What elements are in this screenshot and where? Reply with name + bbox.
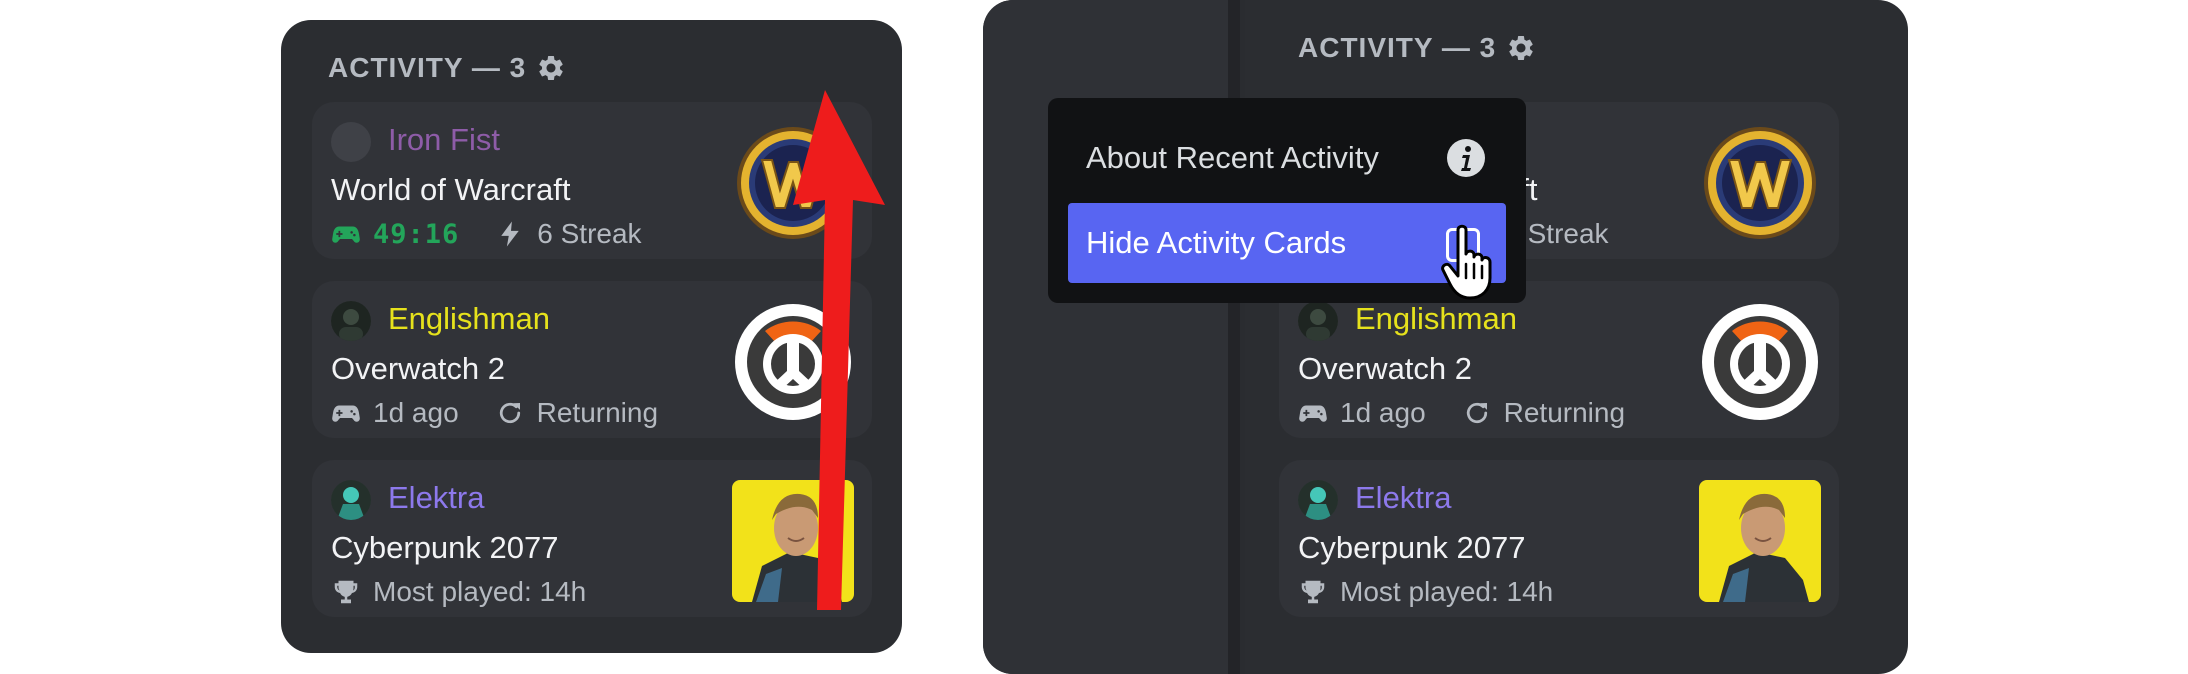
controller-icon bbox=[1298, 398, 1328, 428]
controller-icon bbox=[331, 219, 361, 249]
avatar bbox=[331, 480, 371, 520]
activity-meta: Most played: 14h bbox=[331, 572, 586, 612]
activity-panel: ACTIVITY — 3 Iron Fist World of Warcraft… bbox=[281, 20, 902, 653]
last-played: 1d ago bbox=[373, 397, 459, 428]
cyberpunk-cover-icon bbox=[1699, 480, 1821, 602]
activity-game: Cyberpunk 2077 bbox=[331, 530, 559, 565]
activity-username[interactable]: Iron Fist bbox=[388, 118, 500, 162]
activity-game: Overwatch 2 bbox=[1298, 351, 1473, 386]
streak-label: 6 Streak bbox=[537, 218, 642, 249]
trophy-icon bbox=[331, 577, 361, 607]
info-icon bbox=[1447, 139, 1485, 177]
up-arrow-icon bbox=[793, 90, 885, 610]
wow-logo-icon bbox=[1704, 127, 1816, 239]
menu-item-label: Hide Activity Cards bbox=[1086, 225, 1347, 260]
activity-username[interactable]: Elektra bbox=[388, 476, 484, 520]
menu-item-label: About Recent Activity bbox=[1086, 140, 1379, 175]
play-time: 49:16 bbox=[373, 218, 460, 250]
activity-meta: Most played: 14h bbox=[1298, 572, 1553, 612]
returning-label: Returning bbox=[1503, 397, 1626, 428]
avatar bbox=[1298, 301, 1338, 341]
most-played-label: Most played: 14h bbox=[1340, 576, 1554, 607]
activity-game: Overwatch 2 bbox=[331, 351, 506, 386]
returning-label: Returning bbox=[536, 397, 659, 428]
activity-username[interactable]: Elektra bbox=[1355, 476, 1451, 520]
activity-header-label: ACTIVITY — 3 bbox=[1298, 32, 1497, 63]
overwatch-logo-icon bbox=[1702, 304, 1818, 420]
gear-icon[interactable] bbox=[536, 53, 566, 83]
hand-cursor-icon bbox=[1441, 224, 1492, 300]
lightning-icon bbox=[495, 219, 525, 249]
refresh-icon bbox=[1462, 398, 1492, 428]
activity-header-label: ACTIVITY — 3 bbox=[328, 52, 527, 83]
refresh-icon bbox=[495, 398, 525, 428]
activity-card[interactable]: Englishman Overwatch 2 1d ago Returning bbox=[1279, 281, 1839, 438]
menu-item-about-recent-activity[interactable]: About Recent Activity bbox=[1068, 118, 1506, 198]
activity-meta: 1d ago Returning bbox=[1298, 393, 1625, 433]
avatar bbox=[331, 122, 371, 162]
activity-meta: 49:16 6 Streak bbox=[331, 214, 642, 254]
trophy-icon bbox=[1298, 577, 1328, 607]
avatar bbox=[1298, 480, 1338, 520]
last-played: 1d ago bbox=[1340, 397, 1426, 428]
activity-username[interactable]: Englishman bbox=[388, 297, 550, 341]
avatar bbox=[331, 301, 371, 341]
activity-game: World of Warcraft bbox=[331, 172, 571, 207]
activity-meta: 1d ago Returning bbox=[331, 393, 658, 433]
controller-icon bbox=[331, 398, 361, 428]
activity-username[interactable]: Englishman bbox=[1355, 297, 1517, 341]
activity-header: ACTIVITY — 3 bbox=[1298, 28, 1536, 68]
most-played-label: Most played: 14h bbox=[373, 576, 587, 607]
activity-card[interactable]: Elektra Cyberpunk 2077 Most played: 14h bbox=[1279, 460, 1839, 617]
activity-header: ACTIVITY — 3 bbox=[328, 48, 566, 88]
activity-game: Cyberpunk 2077 bbox=[1298, 530, 1526, 565]
gear-icon[interactable] bbox=[1506, 33, 1536, 63]
